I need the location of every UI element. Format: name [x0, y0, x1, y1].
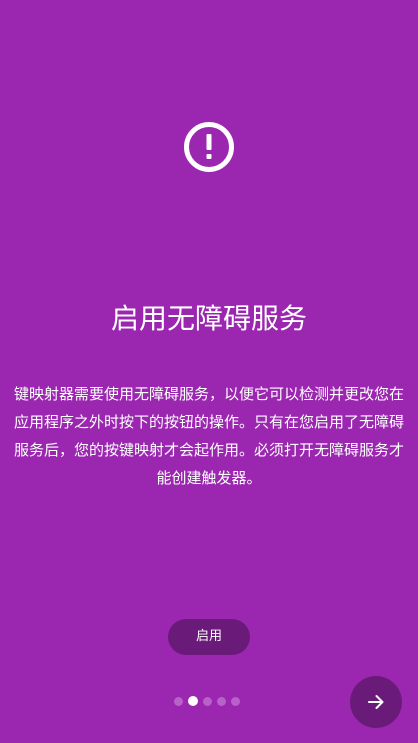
- page-description: 键映射器需要使用无障碍服务，以便它可以检测并更改您在应用程序之外时按下的按钮的操…: [14, 385, 405, 487]
- page-dot-2-active: [188, 696, 198, 706]
- onboarding-screen: 启用无障碍服务 键映射器需要使用无障碍服务，以便它可以检测并更改您在应用程序之外…: [0, 0, 418, 743]
- alert-circle-icon: [183, 121, 235, 173]
- page-dot-3: [203, 696, 212, 706]
- page-title: 启用无障碍服务: [110, 302, 307, 335]
- page-dot-4: [217, 696, 226, 706]
- page-dot-1: [174, 696, 183, 706]
- enable-button[interactable]: 启用: [168, 619, 250, 655]
- page-dot-5: [231, 696, 240, 706]
- arrow-right-icon: [368, 695, 384, 709]
- next-button[interactable]: [350, 676, 402, 728]
- page-indicator: [174, 696, 240, 706]
